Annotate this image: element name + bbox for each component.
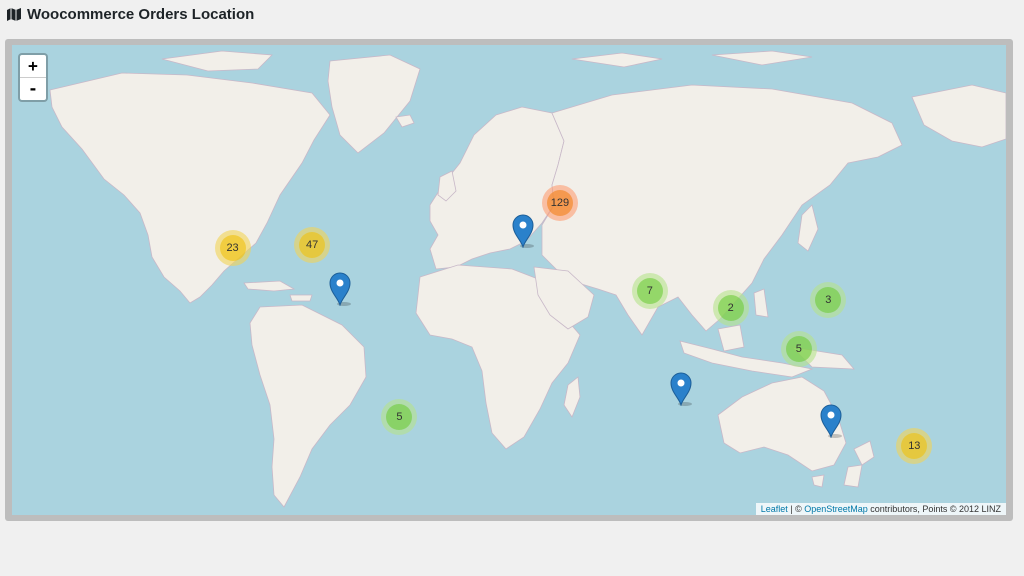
marker-perth-pin-icon[interactable] <box>820 404 842 439</box>
map-icon <box>7 8 21 21</box>
cluster-marker[interactable]: 129 <box>541 185 578 222</box>
cluster-count: 129 <box>546 190 573 217</box>
page-header: Woocommerce Orders Location <box>6 4 254 24</box>
cluster-marker[interactable]: 23 <box>214 230 251 267</box>
map-view[interactable]: + - 129 23 47 7 2 3 5 5 13 Leaflet | © OpenStree… <box>12 45 1006 515</box>
hispaniola-landmass <box>289 294 313 302</box>
zoom-control: + - <box>18 53 48 102</box>
tasmania-landmass <box>811 474 825 488</box>
world-basemap <box>12 45 1006 515</box>
zoom-out-button[interactable]: - <box>20 77 46 100</box>
cluster-count: 5 <box>386 403 413 430</box>
map-widget: + - 129 23 47 7 2 3 5 5 13 Leaflet | © OpenStree… <box>5 39 1013 521</box>
cluster-marker[interactable]: 5 <box>381 398 418 435</box>
cluster-marker[interactable]: 5 <box>780 330 817 367</box>
cluster-count: 7 <box>636 278 663 305</box>
attribution-text: contributors, Points © 2012 LINZ <box>867 504 1001 514</box>
cluster-count: 23 <box>219 235 246 262</box>
cluster-count: 13 <box>901 432 928 459</box>
cluster-marker[interactable]: 13 <box>896 427 933 464</box>
zoom-in-button[interactable]: + <box>20 55 46 77</box>
cluster-count: 47 <box>299 232 326 259</box>
map-attribution: Leaflet | © OpenStreetMap contributors, … <box>755 503 1006 515</box>
cluster-marker[interactable]: 47 <box>294 227 331 264</box>
cluster-marker[interactable]: 2 <box>712 289 749 326</box>
osm-link[interactable]: OpenStreetMap <box>804 504 868 514</box>
cluster-count: 2 <box>717 294 744 321</box>
cluster-count: 3 <box>815 286 842 313</box>
marker-caribbean-pin-icon[interactable] <box>329 272 352 307</box>
marker-mauritius-pin-icon[interactable] <box>670 372 692 406</box>
cluster-marker[interactable]: 7 <box>631 273 668 310</box>
cluster-count: 5 <box>785 335 812 362</box>
attribution-separator: | © <box>787 504 805 514</box>
marker-spain-pin-icon[interactable] <box>512 214 535 249</box>
leaflet-link[interactable]: Leaflet <box>761 504 788 514</box>
page-title: Woocommerce Orders Location <box>27 5 255 23</box>
cluster-marker[interactable]: 3 <box>810 281 847 318</box>
